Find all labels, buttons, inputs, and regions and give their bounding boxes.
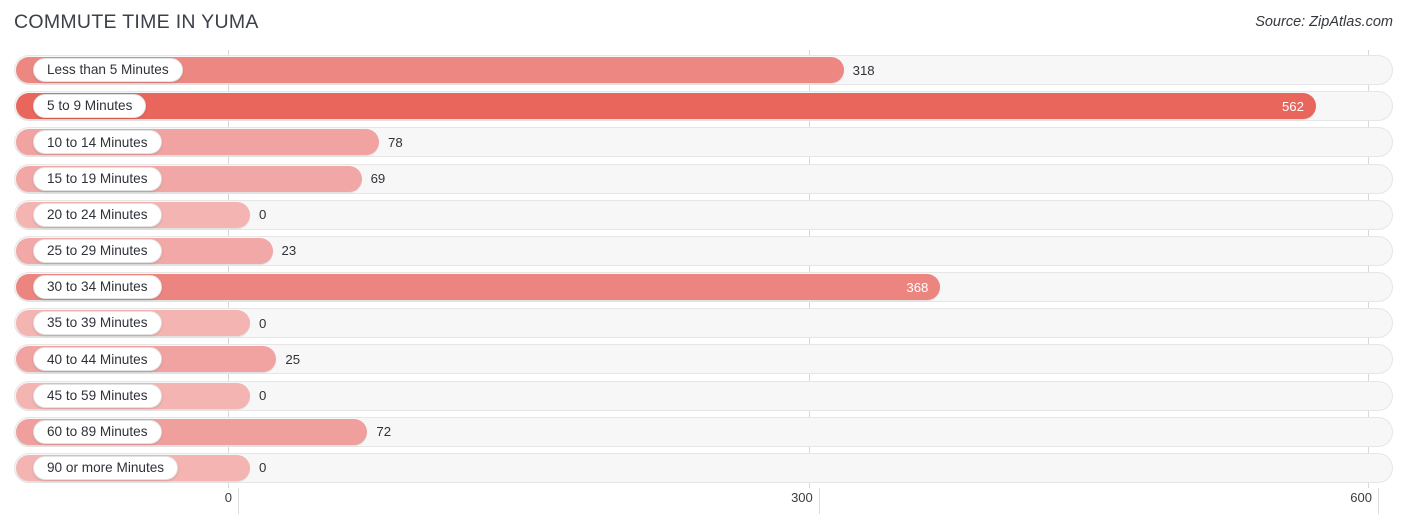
page-title: COMMUTE TIME IN YUMA [14, 11, 259, 33]
category-label: 45 to 59 Minutes [47, 387, 148, 403]
value-label: 368 [906, 279, 929, 295]
category-label-pill: 5 to 9 Minutes [33, 94, 147, 119]
category-label: 35 to 39 Minutes [47, 315, 148, 331]
category-label-pill: 45 to 59 Minutes [33, 383, 162, 408]
category-label: 15 to 19 Minutes [47, 170, 148, 186]
value-bar[interactable] [16, 93, 1316, 120]
category-label-pill: 35 to 39 Minutes [33, 311, 162, 336]
value-label: 25 [285, 351, 301, 367]
axis-tick-600: 600 [1350, 490, 1372, 505]
axis-separator [238, 488, 239, 514]
category-label-pill: 40 to 44 Minutes [33, 347, 162, 372]
category-label: 30 to 34 Minutes [47, 279, 148, 295]
category-label: 25 to 29 Minutes [47, 243, 148, 259]
bar-row[interactable]: 20 to 24 Minutes 0 [0, 199, 1406, 230]
bar-row[interactable]: 25 to 29 Minutes 23 [0, 235, 1406, 266]
bar-row[interactable]: 35 to 39 Minutes 0 [0, 308, 1406, 339]
value-label: 562 [1281, 98, 1304, 114]
value-label: 23 [281, 243, 297, 259]
axis-tick-0: 0 [224, 490, 232, 505]
axis-separator [1378, 488, 1379, 514]
value-label: 0 [259, 207, 267, 223]
plot-area: Less than 5 Minutes 318 5 to 9 Minutes 562 1… [0, 50, 1406, 488]
category-label: 10 to 14 Minutes [47, 134, 148, 150]
bar-row[interactable]: 40 to 44 Minutes 25 [0, 344, 1406, 375]
bar-row[interactable]: 45 to 59 Minutes 0 [0, 380, 1406, 411]
x-axis: 0 300 600 [0, 488, 1406, 523]
category-label-pill: 25 to 29 Minutes [33, 238, 162, 263]
axis-tick-300: 300 [791, 490, 813, 505]
value-label: 318 [852, 62, 875, 78]
category-label: 60 to 89 Minutes [47, 423, 148, 439]
value-label: 78 [388, 134, 403, 150]
chart-page: COMMUTE TIME IN YUMA Source: ZipAtlas.co… [0, 0, 1406, 523]
category-label-pill: 60 to 89 Minutes [33, 419, 162, 444]
category-label-pill: 15 to 19 Minutes [33, 166, 162, 191]
bar-row[interactable]: 5 to 9 Minutes 562 [0, 91, 1406, 122]
value-label: 72 [376, 424, 392, 440]
value-label: 0 [259, 315, 267, 331]
category-label-pill: Less than 5 Minutes [33, 58, 183, 82]
category-label: 5 to 9 Minutes [47, 98, 133, 114]
value-label: 0 [259, 388, 267, 404]
bar-row[interactable]: 15 to 19 Minutes 69 [0, 163, 1406, 194]
axis-separator [818, 488, 820, 514]
category-label: 40 to 44 Minutes [47, 351, 148, 367]
bar-row[interactable]: 30 to 34 Minutes 368 [0, 272, 1406, 303]
value-label: 0 [259, 460, 267, 476]
category-label: 90 or more Minutes [47, 460, 165, 476]
category-label-pill: 30 to 34 Minutes [33, 275, 162, 300]
bar-row[interactable]: Less than 5 Minutes 318 [0, 55, 1406, 85]
bar-row[interactable]: 60 to 89 Minutes 72 [0, 416, 1406, 447]
bar-row[interactable]: 10 to 14 Minutes 78 [0, 127, 1406, 158]
category-label-pill: 20 to 24 Minutes [33, 202, 162, 227]
category-label: 20 to 24 Minutes [47, 206, 148, 222]
bar-row[interactable]: 90 or more Minutes 0 [0, 452, 1406, 483]
bar-rows: Less than 5 Minutes 318 5 to 9 Minutes 562 1… [0, 50, 1406, 488]
source-attribution: Source: ZipAtlas.com [1255, 14, 1393, 30]
category-label: Less than 5 Minutes [47, 62, 169, 78]
category-label-pill: 10 to 14 Minutes [33, 130, 162, 155]
category-label-pill: 90 or more Minutes [33, 455, 179, 480]
value-label: 69 [370, 171, 386, 186]
